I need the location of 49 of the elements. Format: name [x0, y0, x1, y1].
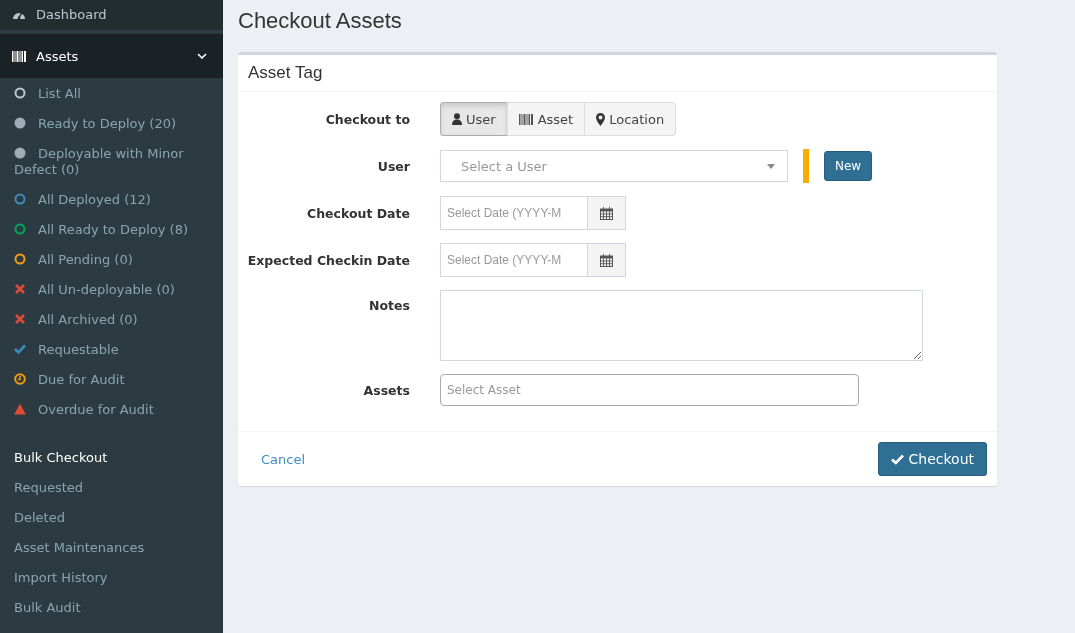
chevron-down-icon: [197, 53, 207, 59]
notes-field[interactable]: [440, 290, 923, 361]
sidebar-item[interactable]: Ready to Deploy (20): [0, 109, 223, 139]
new-button[interactable]: New: [824, 151, 873, 181]
sidebar-item[interactable]: List All: [0, 79, 223, 109]
calendar-icon: [600, 253, 613, 267]
field-label: Expected Checkin Date: [246, 252, 410, 268]
field-label: Assets: [362, 382, 410, 398]
checkout-button[interactable]: Checkout: [877, 442, 987, 476]
sidebar-link[interactable]: Bulk Checkout: [0, 448, 223, 478]
sidebar-item[interactable]: All Deployed (12): [0, 185, 223, 215]
date-field[interactable]: Select Date (YYYY-M: [440, 243, 588, 277]
calendar-icon: [600, 206, 613, 220]
toggle-button[interactable]: User: [440, 102, 508, 136]
sidebar-item[interactable]: Requestable: [0, 335, 223, 365]
check-icon: [890, 453, 904, 465]
sidebar-link[interactable]: Deleted: [0, 508, 223, 538]
user-icon: [452, 113, 462, 125]
sidebar-item[interactable]: Deployable with Minor Defect (0): [0, 139, 223, 185]
sidebar-item[interactable]: All Un-deployable (0): [0, 275, 223, 305]
sidebar-link[interactable]: Requested: [0, 478, 223, 508]
cancel-link[interactable]: Cancel: [261, 451, 306, 467]
sidebar-item[interactable]: Due for Audit: [0, 365, 223, 395]
map-pin-icon: [596, 112, 606, 126]
caret-icon: [767, 163, 775, 169]
field-label: Checkout to: [324, 111, 410, 127]
toggle-button[interactable]: Location: [584, 102, 677, 136]
sidebar-link[interactable]: Import History: [0, 568, 223, 598]
field-label: User: [376, 158, 410, 174]
sidebar-item[interactable]: Dashboard: [0, 0, 223, 30]
sidebar-item[interactable]: All Ready to Deploy (8): [0, 215, 223, 245]
asset-select[interactable]: Select Asset: [440, 374, 859, 406]
toggle-button[interactable]: Asset: [506, 102, 586, 136]
sidebar-link[interactable]: Bulk Audit: [0, 598, 223, 628]
user-select[interactable]: Select a User: [440, 150, 788, 182]
page-title: Checkout Assets: [238, 8, 403, 34]
barcode-icon: [518, 113, 534, 125]
sidebar-item[interactable]: All Archived (0): [0, 305, 223, 335]
sidebar-item[interactable]: Overdue for Audit: [0, 395, 223, 425]
sidebar-item[interactable]: All Pending (0): [0, 245, 223, 275]
field-label: Checkout Date: [306, 205, 410, 221]
sidebar-item[interactable]: Assets: [0, 34, 223, 78]
barcode-icon: [12, 50, 26, 62]
sidebar-link[interactable]: Asset Maintenances: [0, 538, 223, 568]
calendar-button[interactable]: [588, 243, 626, 277]
field-label: Notes: [368, 297, 410, 313]
calendar-button[interactable]: [588, 196, 626, 230]
card-title: Asset Tag: [248, 63, 323, 82]
date-field[interactable]: Select Date (YYYY-M: [440, 196, 588, 230]
